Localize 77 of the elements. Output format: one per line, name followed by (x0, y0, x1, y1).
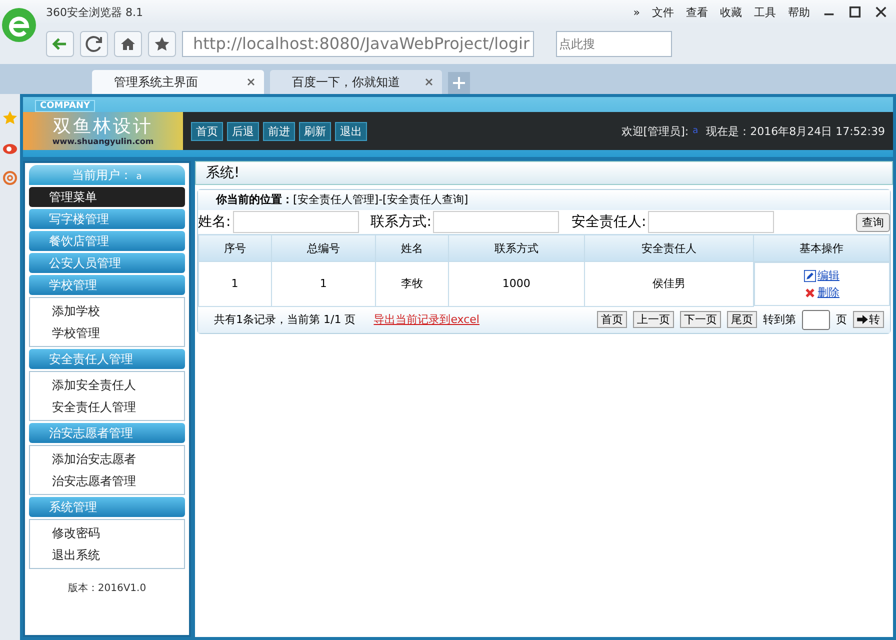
back-icon[interactable] (46, 31, 74, 57)
menu-item[interactable]: 查看 (686, 4, 708, 20)
pager-button[interactable]: 上一页 (633, 311, 674, 328)
pager-button[interactable]: 尾页 (727, 311, 757, 328)
delete-icon[interactable] (804, 286, 816, 298)
breadcrumb-path: [安全责任人管理]-[安全责任人查询] (293, 193, 468, 206)
date-time: 现在是：2016年8月24日 17:52:39 (706, 124, 885, 138)
field-label: 联系方式: (370, 213, 432, 231)
goto-label: 转到第 (763, 312, 796, 327)
mail-icon[interactable] (2, 170, 18, 186)
scrolling-notice: 系统! (195, 161, 893, 185)
close-icon[interactable] (874, 5, 888, 19)
close-icon[interactable] (246, 77, 256, 87)
menu-item[interactable]: 收藏 (720, 4, 742, 20)
menu-item[interactable]: 工具 (754, 4, 776, 20)
table-cell: 1 (198, 262, 272, 306)
column-header: 基本操作 (753, 234, 890, 262)
column-header: 总编号 (271, 234, 376, 262)
nav-button[interactable]: 后退 (227, 122, 259, 140)
menu-item[interactable]: 文件 (652, 4, 674, 20)
version-text: 版本：2016V1.0 (66, 582, 148, 595)
menu-item[interactable]: 安全责任人管理 (30, 396, 184, 418)
page-input[interactable] (802, 310, 830, 330)
nav-button[interactable]: 退出 (335, 122, 367, 140)
field-label: 安全责任人: (571, 213, 646, 231)
field-label: 姓名: (198, 213, 231, 231)
table-cell: 李牧 (376, 262, 448, 306)
browser-logo-icon (2, 8, 36, 42)
input-field[interactable] (648, 211, 774, 233)
action-link[interactable]: 删除 (818, 285, 840, 300)
menu-item[interactable]: 治安志愿者管理 (30, 470, 184, 492)
menu-item[interactable]: 学校管理 (30, 322, 184, 344)
pager-button[interactable]: 下一页 (680, 311, 721, 328)
menu-item[interactable]: 添加治安志愿者 (30, 448, 184, 470)
input-field[interactable] (232, 211, 359, 233)
menu-item[interactable]: 修改密码 (30, 522, 184, 544)
go-button[interactable]: 转 (853, 311, 884, 328)
address-field[interactable]: http://localhost:8080/JavaWebProject/logir (182, 31, 534, 57)
column-header: 序号 (198, 234, 272, 262)
menu-item[interactable]: 添加学校 (30, 300, 184, 322)
menu-item[interactable]: 添加安全责任人 (30, 374, 184, 396)
logo: 双鱼林设计 www.shuangyulin.com (23, 112, 183, 150)
input-field[interactable] (433, 211, 560, 233)
query-button[interactable]: 查询 (856, 212, 890, 232)
menu-title: 管理菜单 (29, 187, 185, 207)
refresh-icon[interactable] (80, 31, 108, 57)
menu-item[interactable]: » (633, 6, 640, 18)
nav-button[interactable]: 刷新 (299, 122, 331, 140)
home-icon[interactable] (114, 31, 142, 57)
maximize-icon[interactable] (848, 5, 862, 19)
browser-tab[interactable]: 管理系统主界面 (92, 70, 264, 94)
menu-item[interactable]: 退出系统 (30, 544, 184, 566)
pager-button[interactable]: 首页 (597, 311, 627, 328)
table-cell: 1 (271, 262, 376, 306)
pencil-icon[interactable] (804, 270, 816, 282)
nav-button[interactable]: 前进 (263, 122, 295, 140)
company-label: COMPANY (35, 100, 95, 112)
current-user-banner: 当前用户： a (29, 165, 185, 185)
arrow-icon (857, 315, 868, 324)
column-header: 姓名 (376, 234, 448, 262)
user-name: a (692, 126, 698, 136)
export-link[interactable]: 导出当前记录到excel (374, 312, 480, 327)
nav-button[interactable]: 首页 (191, 122, 223, 140)
star-icon[interactable] (2, 110, 18, 126)
breadcrumb-label: 你当前的位置： (216, 193, 293, 206)
action-link[interactable]: 编辑 (818, 268, 840, 283)
welcome-text: 欢迎[管理员]: (621, 124, 689, 138)
page-label: 页 (836, 312, 847, 327)
window-title: 360安全浏览器 8.1 (46, 4, 143, 20)
table-cell: 侯佳男 (584, 262, 754, 306)
column-header: 安全责任人 (584, 234, 754, 262)
record-summary: 共有1条记录，当前第 1/1 页 (214, 312, 356, 327)
browser-tab[interactable]: 百度一下，你就知道 (270, 70, 442, 94)
menu-item[interactable]: 帮助 (788, 4, 810, 20)
search-field[interactable]: 点此搜 (556, 31, 672, 57)
table-cell: 1000 (448, 262, 585, 306)
column-header: 联系方式 (448, 234, 585, 262)
